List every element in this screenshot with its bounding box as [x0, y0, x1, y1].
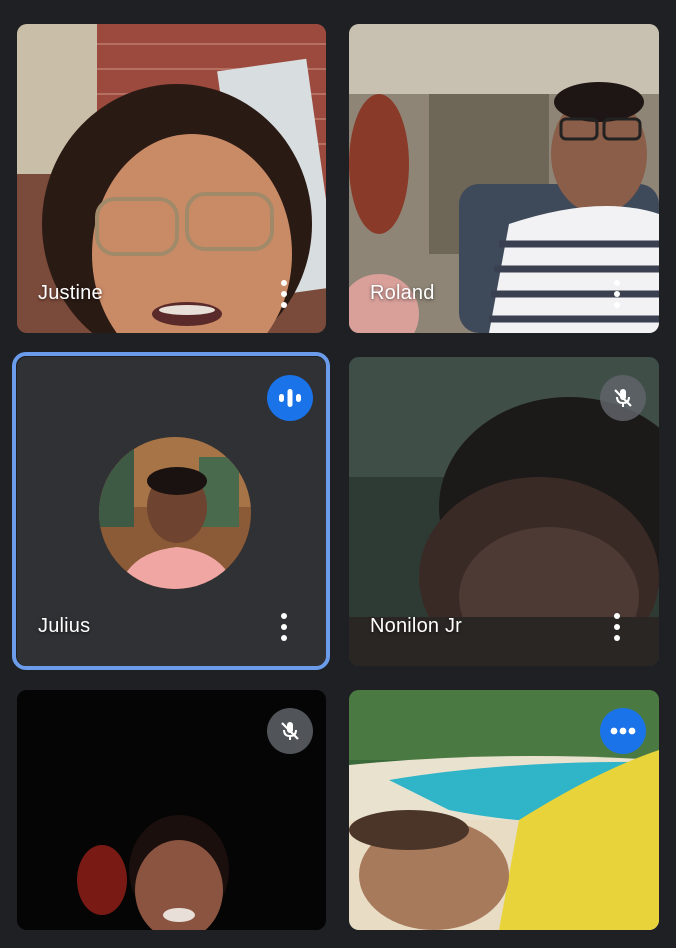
more-options-icon[interactable]	[607, 610, 627, 644]
participant-tile-justine[interactable]: Justine	[17, 24, 326, 333]
avatar	[99, 437, 251, 589]
participant-tile-nonilon-jr[interactable]: Nonilon Jr	[349, 357, 659, 666]
participant-tile-julius[interactable]: Julius	[17, 357, 326, 666]
more-horiz-icon	[600, 708, 646, 754]
participant-tile-6[interactable]	[349, 690, 659, 930]
participant-tile-5[interactable]	[17, 690, 326, 930]
more-options-icon[interactable]	[274, 610, 294, 644]
participant-name: Nonilon Jr	[370, 615, 463, 637]
participant-name: Roland	[370, 282, 435, 304]
participant-name: Julius	[38, 615, 91, 637]
audio-level-icon	[267, 375, 313, 421]
participant-tile-roland[interactable]: Roland	[349, 24, 659, 333]
participant-name: Justine	[38, 282, 103, 304]
more-options-icon[interactable]	[607, 277, 627, 311]
more-options-icon[interactable]	[274, 277, 294, 311]
mic-off-icon	[267, 708, 313, 754]
mic-off-icon	[600, 375, 646, 421]
